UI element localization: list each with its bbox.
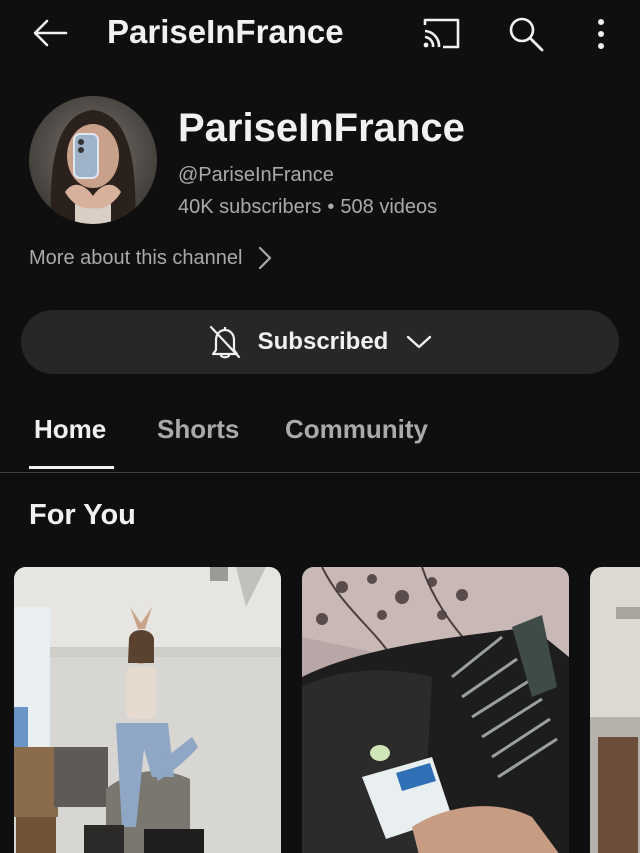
chevron-down-icon (407, 335, 432, 349)
section-title: For You (29, 499, 136, 531)
channel-stats: 40K subscribers • 508 videos (178, 196, 437, 219)
video-count: 508 videos (340, 196, 438, 218)
cast-icon[interactable] (418, 14, 464, 54)
tab-home[interactable]: Home (34, 414, 106, 445)
subscribed-label: Subscribed (257, 328, 389, 355)
search-icon[interactable] (504, 12, 548, 56)
tab-shorts[interactable]: Shorts (157, 414, 239, 445)
chevron-right-icon (259, 246, 272, 270)
active-tab-indicator (29, 466, 114, 469)
video-thumbnail[interactable] (590, 567, 640, 853)
more-vert-icon[interactable] (584, 12, 618, 56)
for-you-shelf (0, 567, 640, 853)
channel-avatar[interactable] (29, 96, 157, 224)
stats-separator: • (327, 196, 335, 218)
back-arrow-icon[interactable] (26, 12, 74, 54)
subscribed-button[interactable]: Subscribed (21, 310, 619, 374)
topbar-title: PariseInFrance (107, 13, 344, 50)
video-thumbnail[interactable] (302, 567, 569, 853)
channel-handle: @PariseInFrance (178, 164, 334, 186)
more-about-channel-link[interactable]: More about this channel (29, 246, 272, 270)
subscriber-count: 40K subscribers (178, 196, 322, 218)
tab-community[interactable]: Community (285, 414, 428, 445)
top-app-bar: PariseInFrance (0, 0, 640, 66)
bell-off-icon (209, 325, 240, 359)
channel-tabs: Home Shorts Community (0, 396, 640, 473)
more-about-label: More about this channel (29, 246, 243, 269)
channel-name: PariseInFrance (178, 106, 465, 150)
video-thumbnail[interactable] (14, 567, 281, 853)
